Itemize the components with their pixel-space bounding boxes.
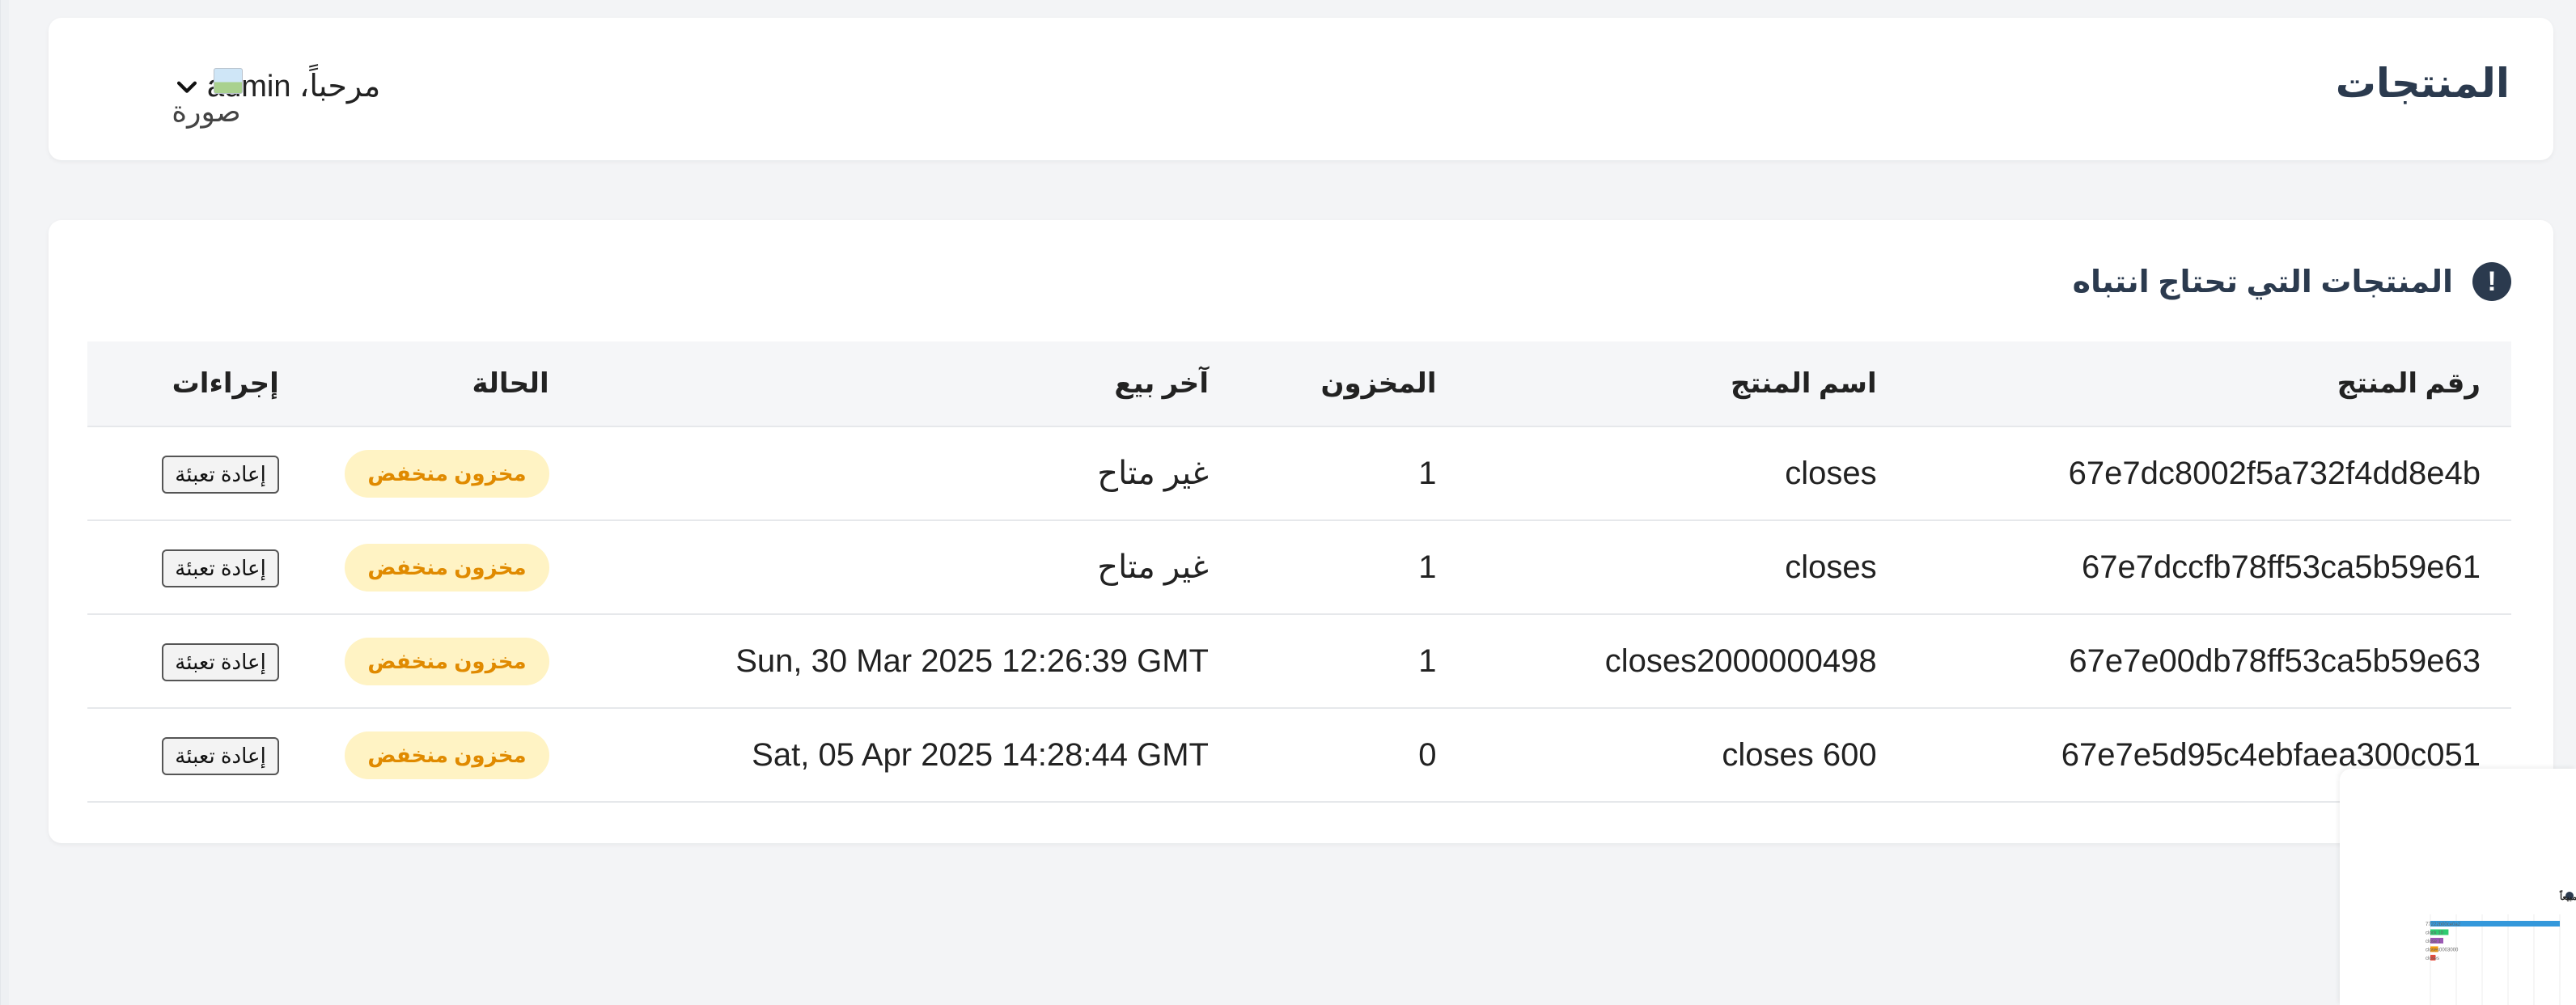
top-products-mini-chart[interactable]: أعلى 10 منتجات مبيعاً 77222b00ce0a2 clock… — [2340, 769, 2576, 1005]
status-cell: مخزون منخفض — [309, 614, 580, 709]
product-id: 67e7e00db78ff53ca5b59e63 — [1907, 614, 2511, 709]
product-name: closes — [1467, 520, 1908, 615]
column-header-name: اسم المنتج — [1467, 341, 1908, 427]
status-badge: مخزون منخفض — [345, 543, 549, 592]
refill-button[interactable]: إعادة تعبئة — [162, 737, 279, 775]
table-row: 67e7e5d95c4ebfaea300c051 closes 600 0 Sa… — [87, 708, 2511, 803]
status-cell: مخزون منخفض — [309, 708, 580, 803]
status-badge: مخزون منخفض — [345, 449, 549, 498]
broken-image-icon — [214, 68, 243, 94]
column-header-stock: المخزون — [1239, 341, 1468, 427]
refill-button[interactable]: إعادة تعبئة — [162, 456, 279, 494]
actions-cell: إعادة تعبئة — [87, 426, 310, 521]
table-row: 67e7e00db78ff53ca5b59e63 closes200000049… — [87, 614, 2511, 709]
status-cell: مخزون منخفض — [309, 426, 580, 521]
left-edge-strip — [0, 0, 9, 1005]
status-badge: مخزون منخفض — [345, 637, 549, 685]
mini-chart-category-label: closes0003000 — [2426, 948, 2459, 953]
table-row: 67e7dc8002f5a732f4dd8e4b closes 1 غير مت… — [87, 426, 2511, 521]
product-last-sale: Sat, 05 Apr 2025 14:28:44 GMT — [579, 708, 1239, 803]
mini-chart-category-label: close 1 — [2426, 939, 2442, 944]
attention-products-panel: ! المنتجات التي تحتاج انتباه رقم المنتج … — [49, 220, 2553, 843]
product-stock: 1 — [1239, 614, 1468, 709]
refill-button[interactable]: إعادة تعبئة — [162, 549, 279, 587]
product-name: closes — [1467, 426, 1908, 521]
product-name: closes2000000498 — [1467, 614, 1908, 709]
product-id: 67e7dccfb78ff53ca5b59e61 — [1907, 520, 2511, 615]
actions-cell: إعادة تعبئة — [87, 520, 310, 615]
mini-chart-title: أعلى 10 منتجات مبيعاً — [2559, 890, 2576, 902]
product-last-sale: غير متاح — [579, 520, 1239, 615]
refill-button[interactable]: إعادة تعبئة — [162, 643, 279, 681]
product-stock: 1 — [1239, 426, 1468, 521]
avatar-alt-text: صورة — [172, 95, 241, 128]
section-title: ! المنتجات التي تحتاج انتباه — [2073, 262, 2511, 301]
table-row: 67e7dccfb78ff53ca5b59e61 closes 1 غير مت… — [87, 520, 2511, 615]
top-header: المنتجات مرحباً، admin صورة — [49, 18, 2553, 160]
product-name: closes 600 — [1467, 708, 1908, 803]
mini-chart-category-label: closes — [2426, 956, 2439, 961]
product-last-sale: Sun, 30 Mar 2025 12:26:39 GMT — [579, 614, 1239, 709]
table-header-row: رقم المنتج اسم المنتج المخزون آخر بيع ال… — [87, 341, 2511, 427]
column-header-last-sale: آخر بيع — [579, 341, 1239, 427]
column-header-status: الحالة — [309, 341, 580, 427]
page-title: المنتجات — [2335, 61, 2510, 106]
column-header-id: رقم المنتج — [1907, 341, 2511, 427]
column-header-actions: إجراءات — [87, 341, 310, 427]
product-stock: 0 — [1239, 708, 1468, 803]
status-cell: مخزون منخفض — [309, 520, 580, 615]
actions-cell: إعادة تعبئة — [87, 614, 310, 709]
mini-chart-svg: أعلى 10 منتجات مبيعاً 77222b00ce0a2 clock… — [2426, 890, 2576, 1005]
exclamation-icon: ! — [2472, 262, 2511, 301]
product-stock: 1 — [1239, 520, 1468, 615]
section-title-text: المنتجات التي تحتاج انتباه — [2072, 265, 2453, 299]
products-table: رقم المنتج اسم المنتج المخزون آخر بيع ال… — [87, 341, 2511, 803]
mini-chart-category-label: 77222b00ce0a2 — [2426, 922, 2461, 927]
product-last-sale: غير متاح — [579, 426, 1239, 521]
avatar[interactable]: صورة — [170, 68, 243, 146]
actions-cell: إعادة تعبئة — [87, 708, 310, 803]
mini-chart-category-label: clock 10 — [2426, 931, 2444, 936]
product-id: 67e7dc8002f5a732f4dd8e4b — [1907, 426, 2511, 521]
status-badge: مخزون منخفض — [345, 731, 549, 779]
